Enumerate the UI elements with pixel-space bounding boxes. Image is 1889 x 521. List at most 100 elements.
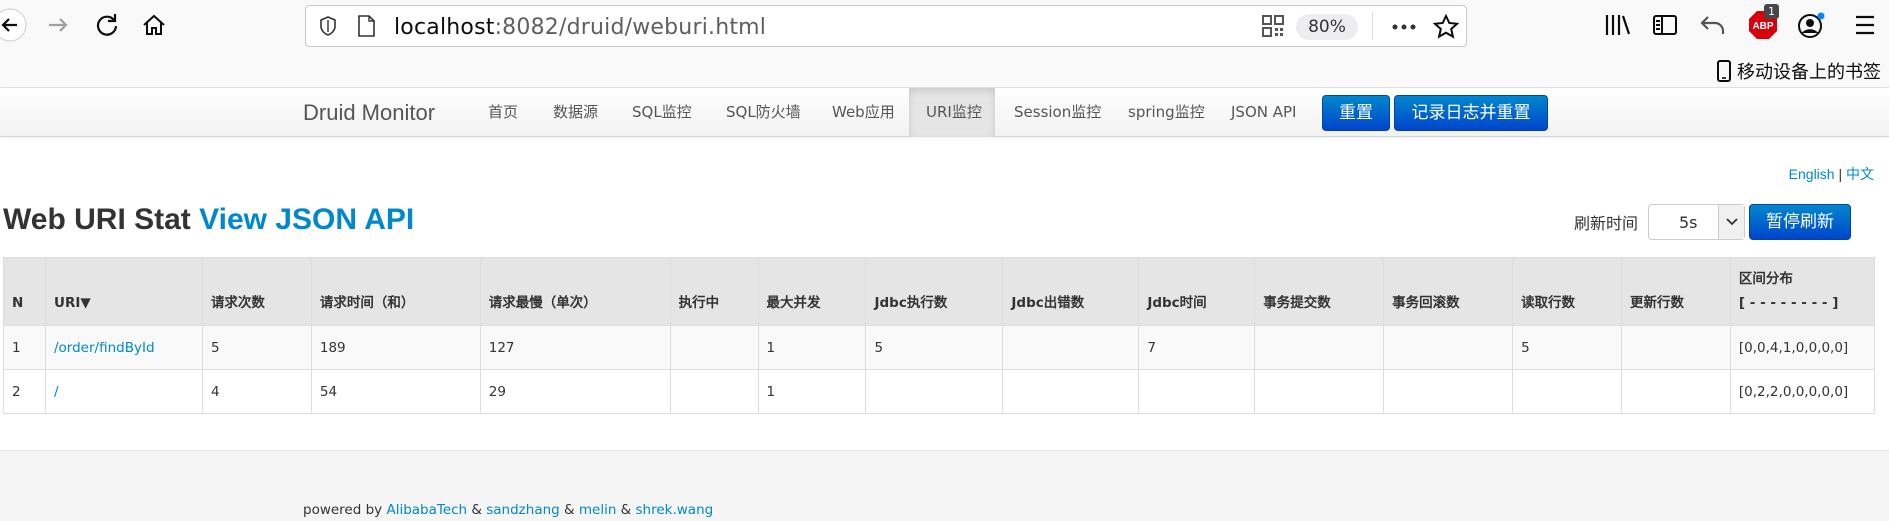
cell-jdbc-error [1002, 369, 1140, 414]
cell-running [669, 369, 759, 414]
cell-jdbc-exec: 5 [865, 325, 1004, 370]
cell-jdbc-exec [865, 369, 1004, 414]
nav-session-monitor[interactable]: Session监控 [1003, 88, 1112, 137]
footer-credits: powered by AlibabaTech & sandzhang & mel… [303, 502, 713, 518]
cell-rows-read: 5 [1512, 325, 1622, 370]
account-button[interactable] [1797, 12, 1825, 40]
qr-code-icon[interactable] [1262, 15, 1284, 37]
library-icon[interactable] [1604, 13, 1632, 37]
col-header-tx-rollback[interactable]: 事务回滚数 [1383, 257, 1514, 326]
sidebar-icon[interactable] [1652, 13, 1678, 37]
reset-button[interactable]: 重置 [1322, 95, 1390, 131]
col-header-jdbc-error[interactable]: Jdbc出错数 [1002, 257, 1140, 326]
reload-button[interactable] [89, 7, 125, 43]
pause-refresh-button[interactable]: 暂停刷新 [1749, 204, 1851, 240]
footer-amp: & [620, 502, 632, 518]
col-header-histogram[interactable]: 区间分布 [ - - - - - - - - ] [1729, 257, 1876, 326]
brand-title[interactable]: Druid Monitor [303, 100, 435, 126]
druid-navbar: Druid Monitor 首页 数据源 SQL监控 SQL防火墙 Web应用 … [0, 88, 1889, 137]
adblock-plus-button[interactable]: ABP 1 [1748, 4, 1779, 40]
col-header-max-concurrent[interactable]: 最大并发 [757, 257, 867, 326]
table-header-row: N URI▼ 请求次数 请求时间（和） 请求最慢（单次） 执行中 最大并发 Jd… [3, 257, 1876, 326]
cell-max-concurrent: 1 [757, 369, 867, 414]
cell-request-count: 5 [201, 325, 312, 370]
nav-datasource[interactable]: 数据源 [542, 88, 609, 137]
footer-link-shrek-wang[interactable]: shrek.wang [636, 502, 714, 518]
uri-stat-table: N URI▼ 请求次数 请求时间（和） 请求最慢（单次） 执行中 最大并发 Jd… [3, 257, 1876, 414]
nav-json-api[interactable]: JSON API [1220, 88, 1307, 137]
footer: powered by AlibabaTech & sandzhang & mel… [0, 450, 1889, 521]
undo-arrow-icon[interactable] [1700, 13, 1726, 37]
nav-uri-monitor[interactable]: URI监控 [909, 88, 995, 137]
back-button[interactable] [0, 7, 28, 43]
footer-link-melin[interactable]: melin [579, 502, 617, 518]
col-header-rows-read[interactable]: 读取行数 [1512, 257, 1622, 326]
zoom-indicator[interactable]: 80% [1296, 14, 1358, 40]
col-header-request-slowest[interactable]: 请求最慢（单次） [479, 257, 671, 326]
footer-link-sandzhang[interactable]: sandzhang [486, 502, 559, 518]
uri-link[interactable]: /order/findById [54, 340, 155, 356]
uri-link[interactable]: / [54, 384, 59, 400]
forward-arrow-icon [49, 18, 68, 32]
mobile-device-icon [1717, 60, 1731, 82]
chinese-link[interactable]: 中文 [1846, 166, 1874, 182]
url-text[interactable]: localhost:8082/druid/weburi.html [394, 15, 766, 40]
mobile-bookmarks-label: 移动设备上的书签 [1737, 62, 1881, 83]
col-header-n[interactable]: N [3, 257, 46, 326]
more-actions-icon[interactable] [1391, 18, 1417, 36]
nav-sql-firewall[interactable]: SQL防火墙 [715, 88, 812, 137]
notification-badge: 1 [1764, 4, 1779, 19]
cell-tx-rollback [1383, 369, 1514, 414]
nav-web-app[interactable]: Web应用 [821, 88, 906, 137]
url-path: :8082/druid/weburi.html [494, 15, 767, 40]
cell-rows-updated [1620, 325, 1731, 370]
cell-request-time-sum: 189 [310, 325, 481, 370]
hamburger-menu-icon[interactable] [1853, 14, 1877, 36]
cell-tx-commit [1254, 325, 1385, 370]
english-link[interactable]: English [1789, 166, 1835, 182]
bookmark-star-icon[interactable] [1433, 14, 1459, 40]
col-header-uri[interactable]: URI▼ [44, 257, 203, 326]
language-separator: | [1838, 166, 1843, 182]
dropdown-arrow [1718, 205, 1744, 239]
refresh-interval-value: 5s [1679, 213, 1698, 232]
url-bar[interactable]: localhost:8082/druid/weburi.html 80% [305, 5, 1467, 47]
histogram-header-range: [ - - - - - - - - ] [1738, 295, 1839, 311]
col-header-rows-updated[interactable]: 更新行数 [1620, 257, 1731, 326]
back-arrow-icon [0, 8, 27, 42]
cell-request-slowest: 29 [479, 369, 671, 414]
refresh-interval-select[interactable]: 5s [1648, 204, 1745, 240]
cell-request-count: 4 [201, 369, 312, 414]
cell-n: 1 [3, 325, 46, 370]
col-header-request-time-sum[interactable]: 请求时间（和） [310, 257, 481, 326]
cell-n: 2 [3, 369, 46, 414]
col-header-running[interactable]: 执行中 [669, 257, 759, 326]
cell-uri: /order/findById [44, 325, 203, 370]
col-header-jdbc-time[interactable]: Jdbc时间 [1138, 257, 1256, 326]
cell-jdbc-time [1138, 369, 1256, 414]
footer-prefix: powered by [303, 502, 383, 518]
nav-spring-monitor[interactable]: spring监控 [1117, 88, 1216, 137]
bookmarks-toolbar: 移动设备上的书签 [0, 50, 1889, 88]
nav-home[interactable]: 首页 [477, 88, 529, 137]
home-icon [143, 14, 165, 35]
col-header-tx-commit[interactable]: 事务提交数 [1254, 257, 1385, 326]
mobile-bookmarks[interactable]: 移动设备上的书签 [1717, 58, 1881, 84]
page-info-icon[interactable] [356, 15, 376, 37]
table-row: 1 /order/findById 5 189 127 1 5 7 5 [0,0… [3, 325, 1876, 370]
cell-histogram: [0,2,2,0,0,0,0,0] [1729, 369, 1876, 414]
forward-button[interactable] [40, 7, 76, 43]
footer-link-alibabatech[interactable]: AlibabaTech [386, 502, 467, 518]
home-button[interactable] [136, 7, 172, 43]
nav-sql-monitor[interactable]: SQL监控 [621, 88, 703, 137]
view-json-api-link[interactable]: View JSON API [199, 203, 414, 236]
cell-max-concurrent: 1 [757, 325, 867, 370]
cell-jdbc-time: 7 [1138, 325, 1256, 370]
col-header-jdbc-exec[interactable]: Jdbc执行数 [865, 257, 1004, 326]
shield-icon[interactable] [318, 16, 338, 36]
svg-text:ABP: ABP [1752, 21, 1773, 32]
col-header-request-count[interactable]: 请求次数 [201, 257, 312, 326]
footer-amp: & [471, 502, 482, 518]
log-and-reset-button[interactable]: 记录日志并重置 [1394, 95, 1548, 131]
cell-request-slowest: 127 [479, 325, 671, 370]
